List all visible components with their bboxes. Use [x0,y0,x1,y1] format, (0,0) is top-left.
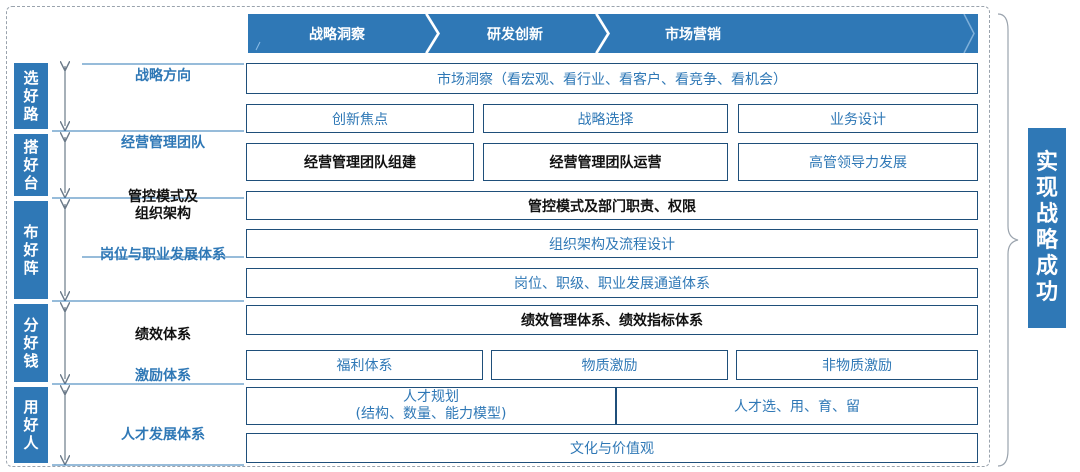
box-welfare: 福利体系 [246,350,483,380]
box-control-mode: 管控模式及部门职责、权限 [246,191,978,220]
box-team-build: 经营管理团队组建 [246,143,474,181]
box-culture-values: 文化与价值观 [246,433,978,463]
result-strategy-success-label: 实现战略成功 [1035,150,1058,305]
category-performance: 绩效体系 [135,326,191,343]
category-position-career: 岗位与职业发展体系 [100,246,226,263]
category-talent-development: 人才发展体系 [121,426,205,443]
category-management-team: 经营管理团队 [121,134,205,151]
category-control-structure: 管控模式及 组织架构 [128,189,198,222]
category-strategy-direction: 战略方向 [135,67,191,84]
category-incentive: 激励体系 [135,367,191,384]
box-innovation-focus: 创新焦点 [246,104,474,133]
box-talent-planning: 人才规划 (结构、数量、能力模型) [246,387,616,425]
box-performance-system: 绩效管理体系、绩效指标体系 [246,305,978,335]
box-career-channel: 岗位、职级、职业发展通道体系 [246,268,978,298]
result-strategy-success: 实现战略成功 [1028,128,1066,328]
box-business-design: 业务设计 [738,104,978,133]
box-nonmaterial-incentive: 非物质激励 [736,350,978,380]
box-strategy-choice: 战略选择 [483,104,728,133]
box-leadership-development: 高管领导力发展 [738,143,978,181]
box-material-incentive: 物质激励 [491,350,728,380]
box-talent-lifecycle: 人才选、用、育、留 [616,387,978,425]
box-org-process: 组织架构及流程设计 [246,229,978,258]
box-team-operate: 经营管理团队运营 [483,143,728,181]
box-market-insight: 市场洞察（看宏观、看行业、看客户、看竞争、看机会） [246,63,978,94]
